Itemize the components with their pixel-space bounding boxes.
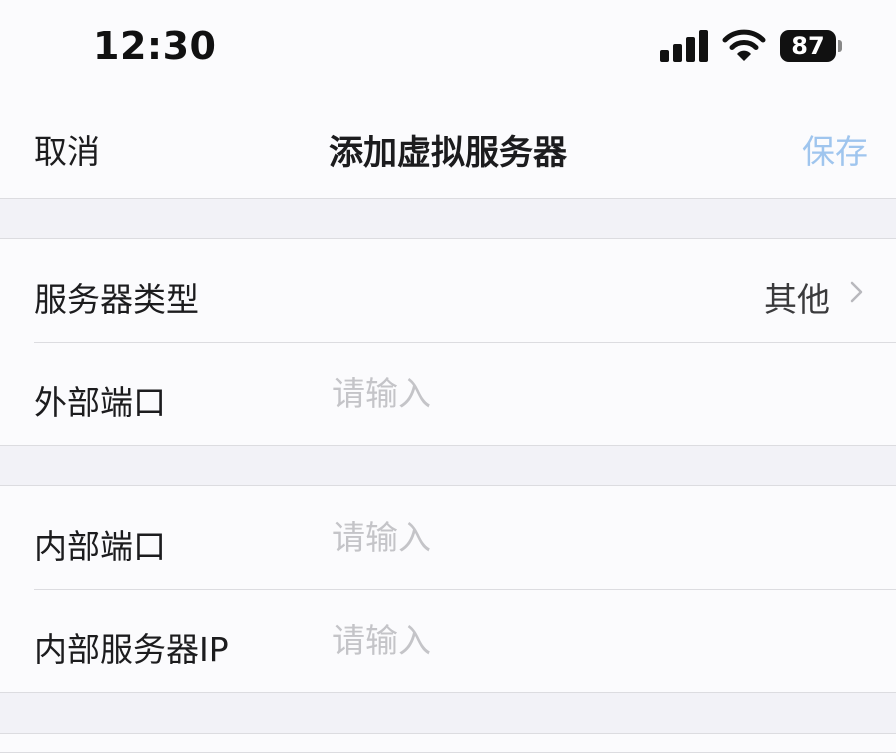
- server-type-value: 其他: [764, 280, 830, 319]
- internal-port-input[interactable]: [332, 514, 832, 560]
- page-title: 添加虚拟服务器: [329, 133, 567, 173]
- external-port-label: 外部端口: [34, 383, 166, 422]
- wifi-icon: [722, 29, 766, 61]
- navigation-bar: 取消 添加虚拟服务器 保存: [0, 95, 896, 199]
- chevron-right-icon: [850, 281, 863, 303]
- server-type-row[interactable]: 服务器类型 其他: [0, 239, 896, 342]
- battery-level: 87: [791, 32, 825, 60]
- save-button[interactable]: 保存: [802, 125, 868, 173]
- external-port-row: 外部端口: [0, 342, 896, 445]
- internal-server-ip-input[interactable]: [332, 617, 832, 663]
- internal-port-row: 内部端口: [0, 486, 896, 589]
- form-group-server: 服务器类型 其他 外部端口: [0, 238, 896, 446]
- external-port-input[interactable]: [332, 370, 832, 416]
- server-type-label: 服务器类型: [34, 280, 199, 319]
- form-group-next: [0, 733, 896, 753]
- internal-server-ip-row: 内部服务器IP: [0, 589, 896, 692]
- battery-tip: [838, 40, 842, 52]
- internal-port-label: 内部端口: [34, 527, 166, 566]
- form-group-internal: 内部端口 内部服务器IP: [0, 485, 896, 693]
- status-bar: 12:30 87: [0, 0, 896, 95]
- cancel-button[interactable]: 取消: [34, 125, 100, 173]
- status-time: 12:30: [93, 24, 217, 68]
- internal-server-ip-label: 内部服务器IP: [34, 630, 229, 669]
- cellular-signal-icon: [660, 30, 708, 62]
- battery-icon: 87: [780, 30, 836, 62]
